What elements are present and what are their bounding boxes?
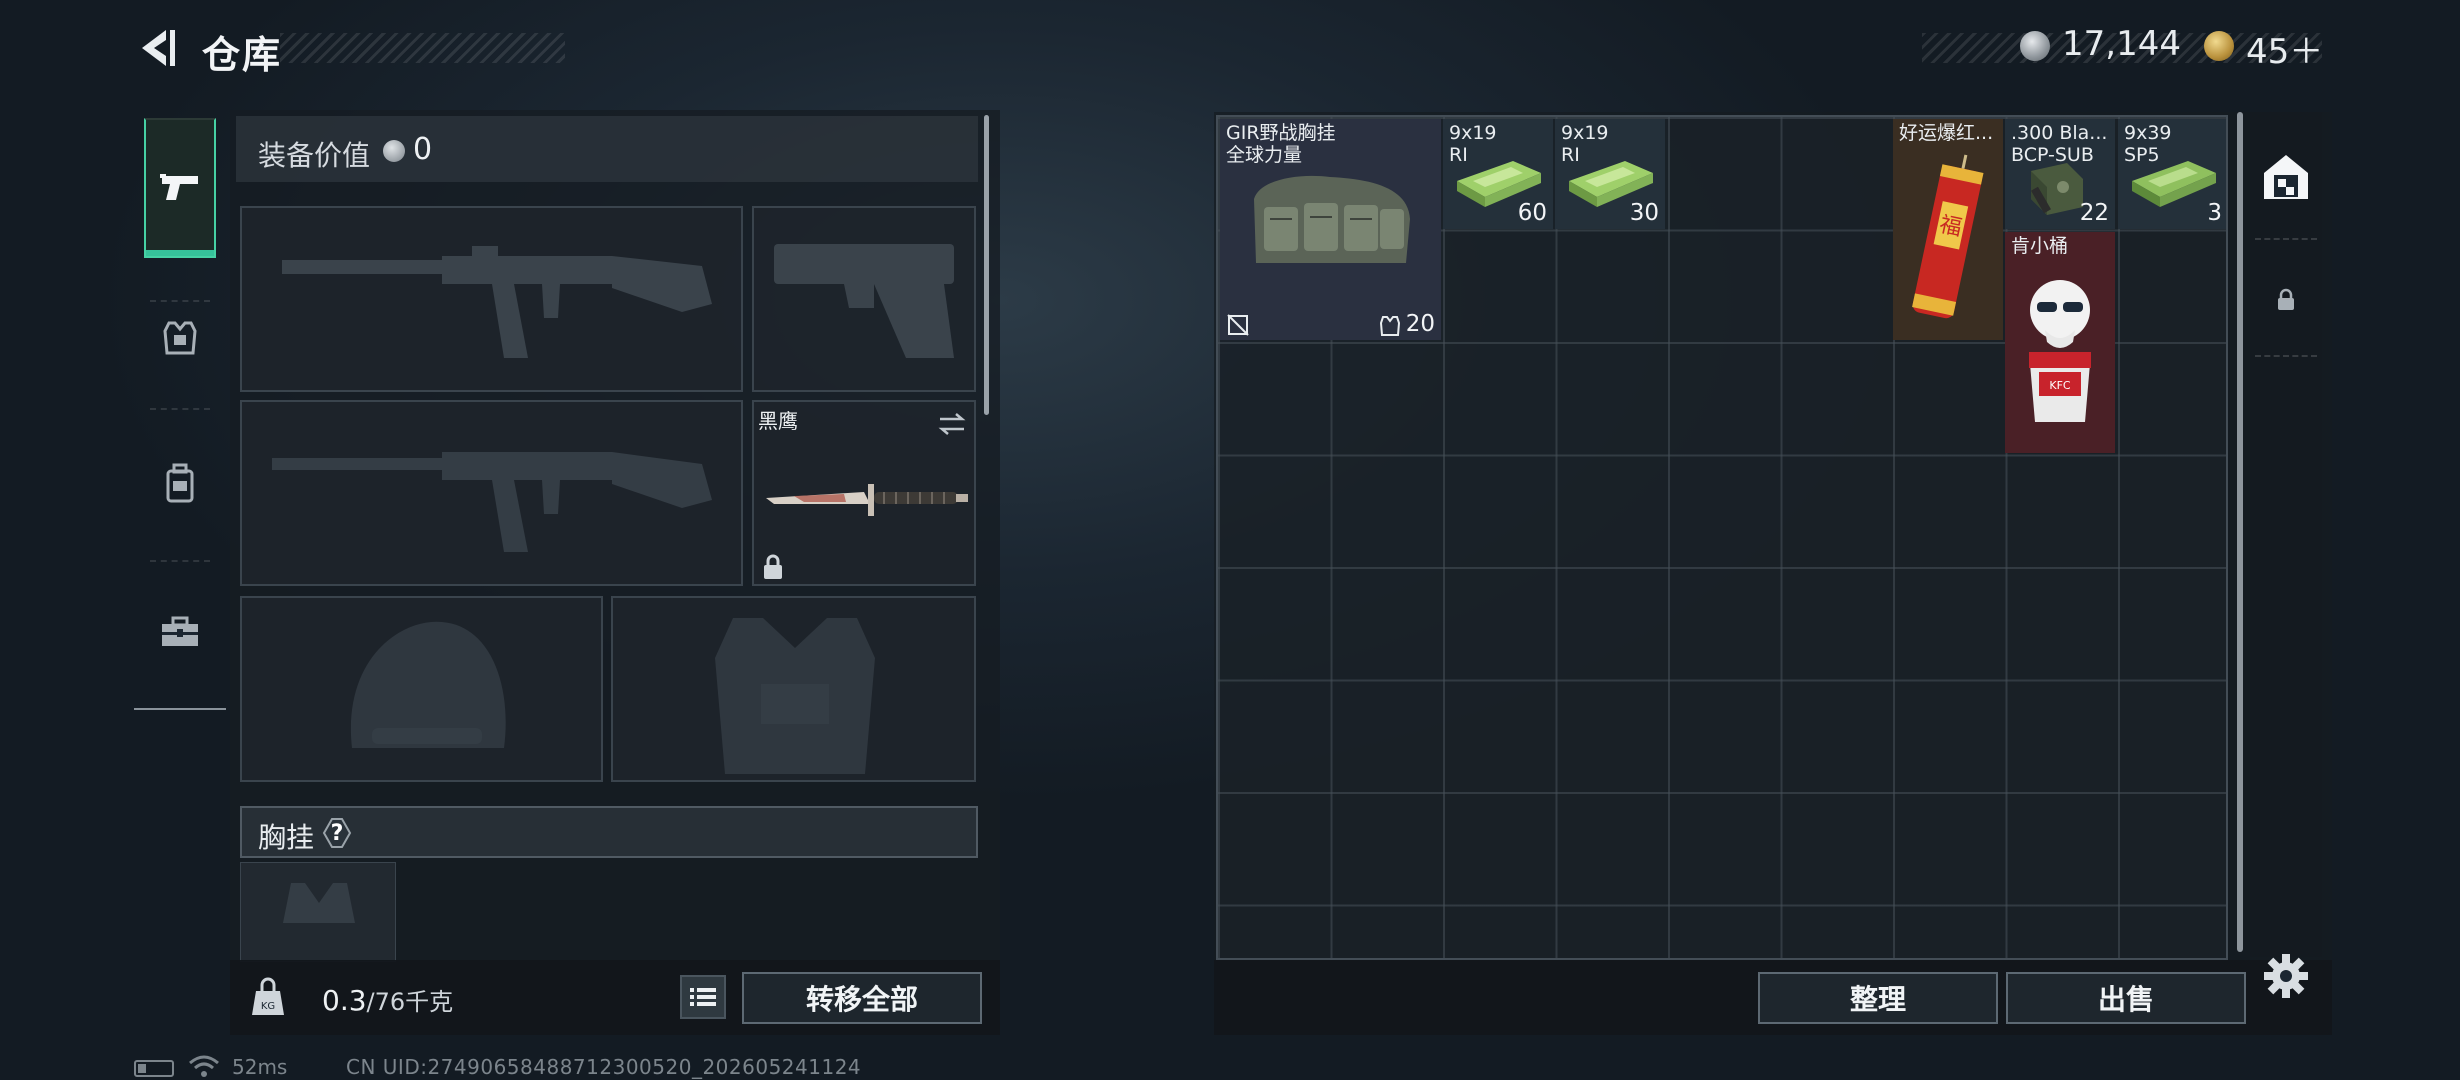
vest-silhouette-icon — [715, 618, 875, 774]
stash-tab-locked[interactable] — [2252, 260, 2320, 340]
carry-weight: 0.3/76千克 — [322, 984, 454, 1017]
stash-item-firecracker[interactable]: 福 好运爆红... — [1893, 119, 2003, 340]
silver-coin-icon — [2020, 31, 2050, 61]
item-name: 9x39 SP5 — [2124, 122, 2172, 166]
svg-text:KFC: KFC — [2049, 379, 2071, 392]
nav-divider — [134, 708, 226, 710]
melee-item-name: 黑鹰 — [758, 409, 798, 433]
swap-icon[interactable] — [936, 410, 968, 438]
item-quantity: 60 — [1517, 200, 1547, 226]
gold-currency-amount[interactable]: 45＋ — [2246, 24, 2323, 73]
stash-item-kfc-bucket[interactable]: KFC 肯小桶 — [2005, 232, 2115, 453]
item-quantity: 20 — [1405, 311, 1435, 337]
silver-currency-amount: 17,144 — [2062, 24, 2181, 64]
item-quantity: 22 — [2079, 200, 2109, 226]
chest-rig-icon — [1254, 175, 1410, 263]
equipment-value-label: 装备价值 — [258, 139, 371, 172]
stash-tab-main[interactable] — [2252, 118, 2320, 236]
chest-rig-label: 胸挂 — [258, 821, 315, 854]
svg-text:KG: KG — [261, 1001, 275, 1012]
helmet-silhouette-icon — [350, 621, 506, 748]
stash-item-ammo-9x19-30[interactable]: 9x19 RI 30 — [1555, 119, 1665, 229]
gear-icon[interactable] — [2262, 952, 2310, 1000]
equipment-scrollbar[interactable] — [984, 115, 989, 415]
item-quantity: 30 — [1629, 200, 1659, 226]
kfc-figure-icon: KFC — [2029, 280, 2091, 422]
backpack-icon — [166, 463, 194, 503]
item-name: 好运爆红... — [1899, 122, 1994, 144]
vest-icon — [1380, 316, 1400, 336]
transfer-all-button[interactable]: 转移全部 — [742, 972, 982, 1024]
item-name: 肯小桶 — [2011, 235, 2069, 257]
page-title: 仓库 — [202, 33, 283, 77]
item-name: 9x19 RI — [1449, 122, 1497, 166]
firecracker-icon: 福 — [1912, 154, 1984, 319]
toolbox-icon — [162, 616, 198, 646]
nav-tab-backpack[interactable] — [144, 447, 216, 519]
help-icon[interactable]: ? — [318, 816, 356, 850]
pistol-icon — [160, 174, 198, 200]
stash-grid[interactable]: GIR野战胸挂 全球力量 20 9x19 RI 60 9x19 RI 30 福 … — [1216, 115, 2228, 960]
pistol-slot[interactable] — [752, 206, 976, 392]
back-arrow-icon[interactable] — [132, 24, 180, 72]
armor-vest-icon — [163, 321, 197, 355]
equipment-value: 0 — [413, 132, 433, 167]
rifle-silhouette-icon — [272, 452, 712, 552]
primary-weapon-slot[interactable] — [240, 206, 743, 392]
wifi-icon — [189, 1055, 219, 1077]
stash-item-chest-rig[interactable]: GIR野战胸挂 全球力量 20 — [1220, 119, 1441, 340]
stash-scrollbar[interactable] — [2237, 112, 2243, 952]
item-name: 9x19 RI — [1561, 122, 1609, 166]
warehouse-icon — [2264, 155, 2308, 199]
stash-item-ammo-9x19-60[interactable]: 9x19 RI 60 — [1443, 119, 1553, 229]
battery-icon — [134, 1060, 174, 1077]
rifle-silhouette-icon — [282, 246, 712, 358]
nav-tab-weapons[interactable] — [144, 150, 216, 222]
list-icon — [690, 988, 716, 1006]
no-insure-icon — [1227, 314, 1249, 336]
item-quantity: 3 — [2207, 200, 2222, 226]
user-uid: CN UID:274906584887123005​20_20260524112… — [346, 1055, 862, 1079]
knife-icon — [766, 484, 968, 516]
gold-coin-icon[interactable] — [2204, 31, 2234, 61]
pistol-silhouette-icon — [774, 244, 954, 358]
stash-item-ammo-300blk[interactable]: .300 Bla... BCP-SUB 22 — [2005, 119, 2115, 229]
helmet-slot[interactable] — [240, 596, 603, 782]
sell-button[interactable]: 出售 — [2006, 972, 2246, 1024]
weight-icon: KG — [252, 977, 284, 1015]
item-name: .300 Bla... BCP-SUB — [2011, 122, 2108, 166]
lock-icon — [764, 554, 782, 579]
lock-icon — [2278, 288, 2294, 310]
chest-rig-silhouette-icon — [283, 883, 355, 923]
body-armor-slot[interactable] — [611, 596, 976, 782]
chest-rig-slot[interactable] — [240, 862, 396, 962]
ping-value: 52ms — [232, 1055, 288, 1079]
silver-coin-icon — [383, 140, 405, 162]
sort-button[interactable]: 整理 — [1758, 972, 1998, 1024]
title-decoration — [280, 33, 565, 63]
stash-item-ammo-9x39[interactable]: 9x39 SP5 3 — [2118, 119, 2226, 229]
secondary-weapon-slot[interactable] — [240, 400, 743, 586]
list-view-button[interactable] — [680, 975, 726, 1019]
item-name: GIR野战胸挂 全球力量 — [1226, 122, 1336, 166]
nav-tab-supplies[interactable] — [144, 596, 216, 668]
nav-tab-armor[interactable] — [144, 302, 216, 374]
